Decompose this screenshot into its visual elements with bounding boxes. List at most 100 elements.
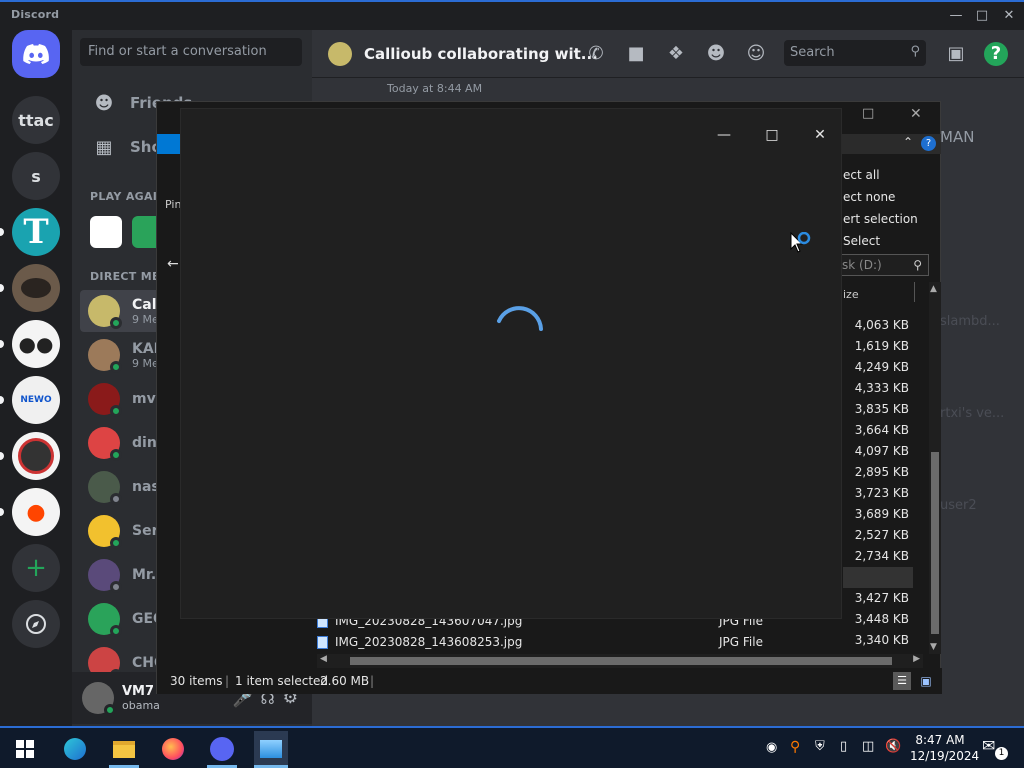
photos-maximize-button[interactable]: □ (760, 123, 784, 147)
server-rail: ttac s T ●● NEWO ● + (0, 30, 72, 726)
voice-call-icon[interactable]: ✆ (584, 42, 608, 66)
avatar (88, 515, 122, 549)
large-icons-view-icon[interactable]: ▣ (917, 672, 935, 690)
photos-close-button[interactable]: ✕ (808, 123, 832, 147)
discord-taskbar-icon[interactable] (207, 734, 237, 764)
size-cell: 2,527 KB (854, 528, 909, 542)
back-arrow-icon[interactable]: ← (167, 256, 179, 272)
size-cell: 4,333 KB (854, 381, 909, 395)
help-icon[interactable]: ? (984, 42, 1008, 66)
explorer-close-button[interactable]: ✕ (910, 106, 922, 122)
avatar (88, 559, 122, 593)
server-ttac[interactable]: ttac (12, 96, 60, 144)
avatar[interactable] (82, 682, 116, 716)
help-icon[interactable]: ? (921, 136, 936, 151)
horizontal-scrollbar[interactable]: ◀ ▶ (317, 654, 923, 668)
notification-badge: 1 (995, 747, 1008, 760)
selected-row-highlight (843, 567, 913, 588)
clock-date: 12/19/2024 (910, 749, 980, 763)
explore-compass-icon[interactable] (12, 600, 60, 648)
h-scroll-thumb[interactable] (350, 657, 892, 665)
select-none-button[interactable]: ect none (843, 186, 918, 208)
network-icon[interactable]: ◫ (862, 739, 874, 754)
windows-taskbar: ◉ ⚲ ⛨ ▯ ◫ 🔇 8:47 AM 12/19/2024 ✉ 1 (0, 726, 1024, 768)
usb-device-icon[interactable]: ▯ (840, 739, 847, 754)
size-cell: 3,689 KB (854, 507, 909, 521)
server-reddit-icon[interactable]: ● (12, 488, 60, 536)
firefox-icon[interactable] (158, 734, 188, 764)
notification-icon: ✉ (982, 736, 996, 755)
select-menu: ect all ect none ert selection Select (843, 164, 918, 252)
size-cell: 2,895 KB (854, 465, 909, 479)
shop-icon: ▦ (95, 136, 113, 158)
select-all-button[interactable]: ect all (843, 164, 918, 186)
discord-tray-icon[interactable]: ◉ (766, 740, 777, 755)
message-timestamp: Today at 8:44 AM (387, 82, 483, 95)
file-tab[interactable] (157, 134, 181, 154)
minimize-button[interactable]: — (945, 6, 967, 26)
avatar (88, 427, 122, 461)
size-cell: 4,097 KB (854, 444, 909, 458)
edge-browser-icon[interactable] (60, 734, 90, 764)
status-bar: 30 items | 1 item selected 2.60 MB | ☰ ▣ (157, 668, 942, 694)
clock[interactable]: 8:47 AM 12/19/2024 (910, 732, 980, 764)
explorer-maximize-button[interactable]: □ (862, 106, 874, 121)
photos-taskbar-icon[interactable] (254, 731, 288, 767)
add-friends-icon[interactable]: ☻ (704, 42, 728, 66)
windows-logo-icon (16, 740, 34, 758)
vertical-scrollbar[interactable]: ▲ ▼ (929, 282, 941, 654)
file-row[interactable]: IMG_20230828_143608253.jpg JPG File (317, 633, 917, 654)
size-column-header[interactable]: ize (843, 288, 859, 301)
select-group-label: Select (843, 234, 881, 248)
close-button[interactable]: ✕ (998, 6, 1020, 26)
search-tray-icon[interactable]: ⚲ (790, 739, 800, 755)
selected-size: 2.60 MB (320, 674, 370, 688)
photos-minimize-button[interactable]: — (712, 123, 736, 147)
server-t-icon[interactable]: T (12, 208, 60, 256)
user-name: VM7 (122, 684, 155, 699)
size-cell: 3,723 KB (854, 486, 909, 500)
pinned-messages-icon[interactable]: ❖ (664, 42, 688, 66)
server-s[interactable]: s (12, 152, 60, 200)
size-cell: 4,249 KB (854, 360, 909, 374)
size-cell: 1,619 KB (854, 339, 909, 353)
server-face-icon[interactable]: ●● (12, 320, 60, 368)
channel-title: Callioub collaborating wit... (364, 44, 598, 63)
discord-title-bar: Discord — □ ✕ (0, 0, 1024, 30)
volume-muted-icon[interactable]: 🔇 (885, 739, 901, 754)
header-search-input[interactable]: Search ⚲ (784, 40, 926, 66)
inbox-icon[interactable]: ▣ (944, 42, 968, 66)
discord-home-button[interactable] (12, 30, 60, 78)
find-conversation-input[interactable]: Find or start a conversation (80, 38, 302, 66)
clock-time: 8:47 AM (915, 733, 965, 747)
avatar (88, 383, 122, 417)
jpg-file-icon (317, 636, 328, 649)
server-newo-icon[interactable]: NEWO (12, 376, 60, 424)
user-status: obama (122, 699, 160, 712)
game-tile-1[interactable] (90, 216, 122, 248)
scroll-thumb[interactable] (931, 452, 939, 634)
notification-center-button[interactable]: ✉ 1 (982, 736, 1008, 760)
avatar (88, 603, 122, 637)
invert-selection-button[interactable]: ert selection (843, 208, 918, 230)
member-list-icon[interactable]: ☺ (744, 42, 768, 66)
server-obs-icon[interactable] (12, 432, 60, 480)
details-view-icon[interactable]: ☰ (893, 672, 911, 690)
size-column: 4,063 KB 1,619 KB 4,249 KB 4,333 KB 3,835 KB… (847, 315, 909, 651)
server-cat-icon[interactable] (12, 264, 60, 312)
avatar (88, 471, 122, 505)
start-button[interactable] (10, 734, 40, 764)
size-cell: 3,427 KB (854, 591, 909, 605)
video-call-icon[interactable]: ■ (624, 42, 648, 66)
explorer-search-input[interactable]: sk (D:) ⚲ (837, 254, 929, 276)
size-cell: 4,063 KB (854, 318, 909, 332)
file-explorer-taskbar-icon[interactable] (109, 734, 139, 764)
maximize-button[interactable]: □ (971, 6, 993, 26)
avatar (88, 295, 122, 329)
app-name: Discord (11, 8, 60, 21)
busy-cursor-icon (790, 231, 814, 262)
defender-shield-icon[interactable]: ⛨ (815, 739, 825, 754)
collapse-ribbon-icon[interactable]: ⌃ (903, 135, 913, 149)
add-server-button[interactable]: + (12, 544, 60, 592)
search-icon: ⚲ (910, 44, 920, 59)
